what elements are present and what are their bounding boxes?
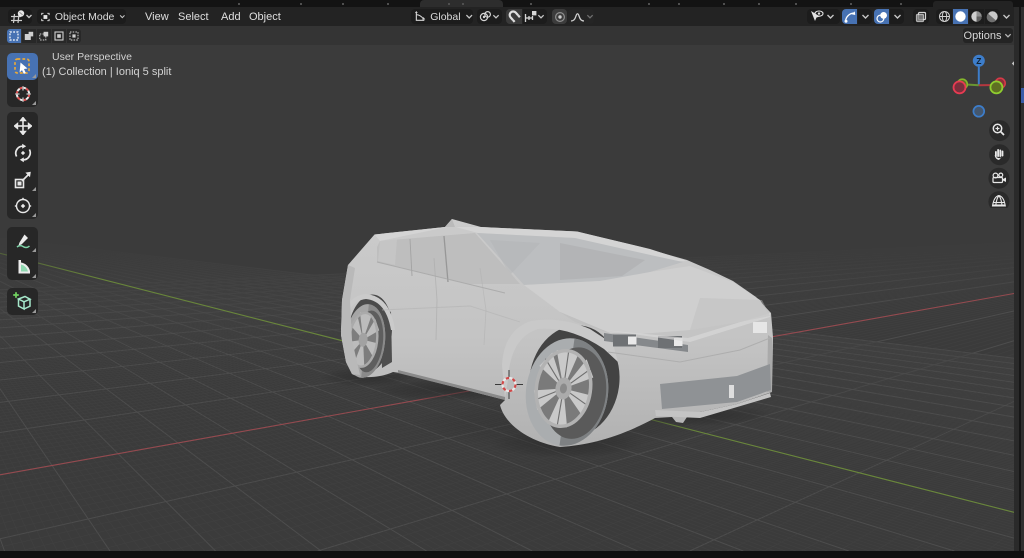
- svg-text:Z: Z: [976, 56, 981, 66]
